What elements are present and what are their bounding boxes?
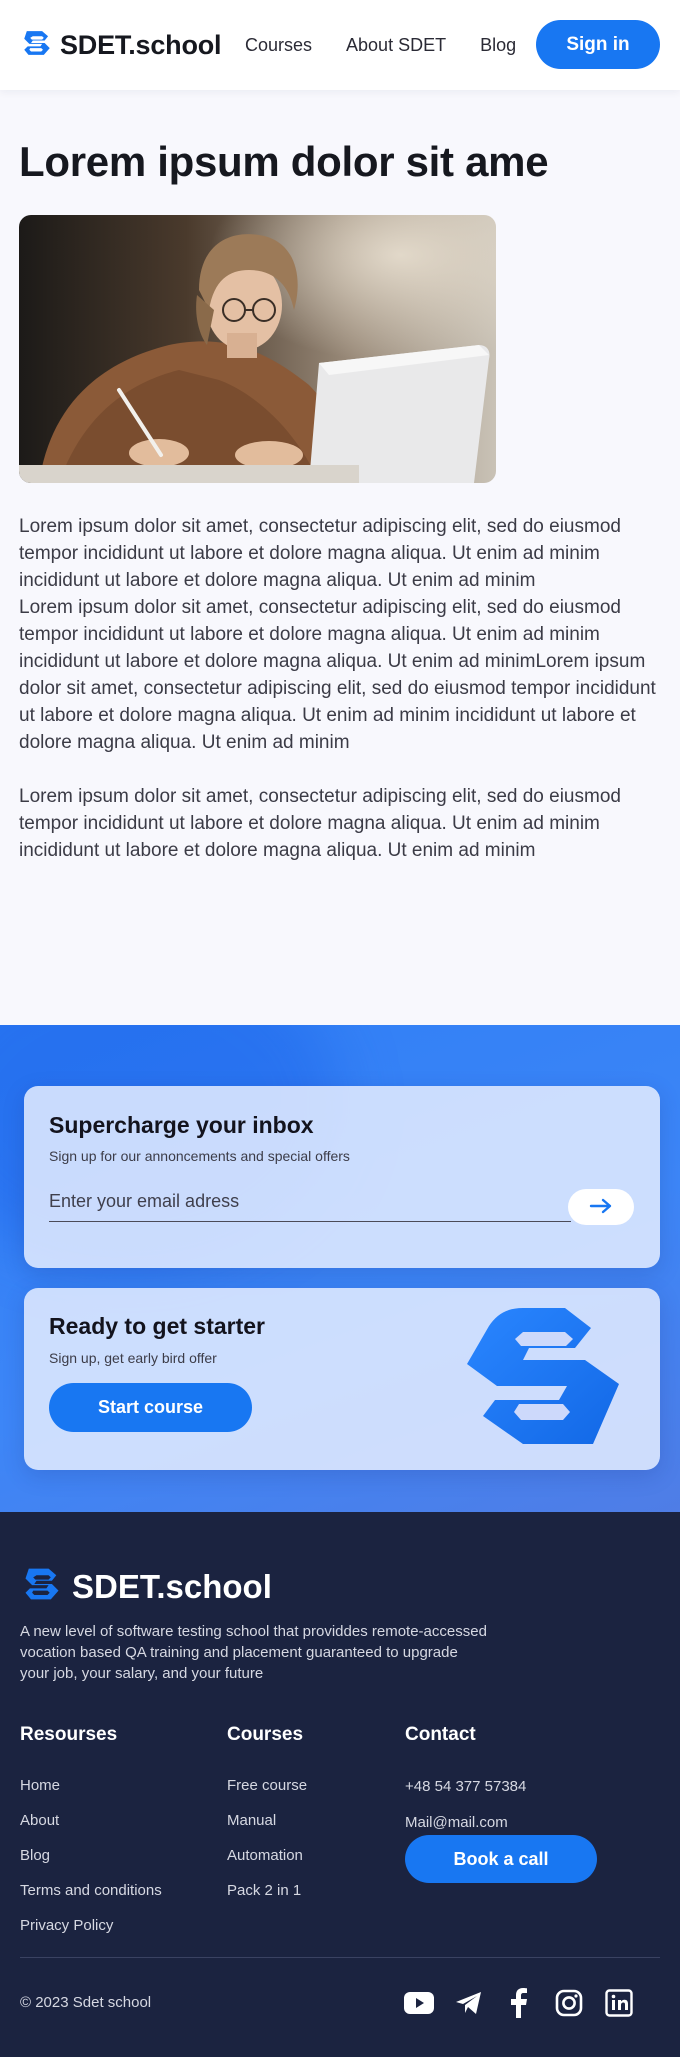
- newsletter-subtitle: Sign up for our annoncements and special…: [49, 1148, 350, 1164]
- footer-link-terms[interactable]: Terms and conditions: [20, 1882, 162, 1899]
- nav-about-sdet[interactable]: About SDET: [346, 35, 446, 56]
- email-input[interactable]: [49, 1182, 571, 1222]
- nav-courses[interactable]: Courses: [245, 35, 312, 56]
- starter-subtitle: Sign up, get early bird offer: [49, 1350, 217, 1366]
- courses-title: Courses: [227, 1724, 304, 1745]
- page-title: Lorem ipsum dolor sit ame: [19, 138, 549, 185]
- sdet-logo-icon: [20, 1562, 64, 1611]
- article: Lorem ipsum dolor sit ame Lorem ipsum do…: [0, 90, 680, 1025]
- footer-brand-name: SDET.school: [72, 1567, 272, 1605]
- cta-section: Supercharge your inbox Sign up for our a…: [0, 1025, 680, 1512]
- social-links: [404, 1988, 634, 2018]
- resources-title: Resourses: [20, 1724, 118, 1745]
- brand-logo[interactable]: SDET.school: [20, 26, 222, 65]
- newsletter-card: Supercharge your inbox Sign up for our a…: [24, 1086, 660, 1268]
- footer-brand-logo[interactable]: SDET.school: [20, 1562, 272, 1611]
- footer-description: A new level of software testing school t…: [20, 1623, 487, 1682]
- start-course-button[interactable]: Start course: [49, 1383, 252, 1432]
- book-call-button[interactable]: Book a call: [405, 1835, 597, 1883]
- footer-link-manual[interactable]: Manual: [227, 1812, 276, 1829]
- footer-link-privacy[interactable]: Privacy Policy: [20, 1917, 113, 1934]
- contact-phone[interactable]: +48 54 377 57384: [405, 1778, 526, 1795]
- footer-divider: [20, 1957, 660, 1958]
- sign-in-button[interactable]: Sign in: [536, 20, 660, 69]
- article-paragraph-2: Lorem ipsum dolor sit amet, consectetur …: [19, 786, 621, 861]
- footer-link-about[interactable]: About: [20, 1812, 59, 1829]
- newsletter-submit-button[interactable]: [568, 1189, 634, 1225]
- footer-link-home[interactable]: Home: [20, 1777, 60, 1794]
- telegram-icon[interactable]: [454, 1988, 484, 2018]
- starter-card: Ready to get starter Sign up, get early …: [24, 1288, 660, 1470]
- newsletter-title: Supercharge your inbox: [49, 1112, 314, 1138]
- main-nav: Courses About SDET Blog: [245, 35, 516, 56]
- facebook-icon[interactable]: [504, 1988, 534, 2018]
- arrow-right-icon: [589, 1198, 613, 1217]
- sdet-logo-icon: [20, 26, 54, 65]
- footer-link-pack[interactable]: Pack 2 in 1: [227, 1882, 301, 1899]
- footer-link-automation[interactable]: Automation: [227, 1847, 303, 1864]
- brand-name: SDET.school: [60, 30, 222, 60]
- instagram-icon[interactable]: [554, 1988, 584, 2018]
- linkedin-icon[interactable]: [604, 1988, 634, 2018]
- site-header: SDET.school Courses About SDET Blog Sign…: [0, 0, 680, 90]
- hero-image: [19, 215, 496, 483]
- copyright: © 2023 Sdet school: [20, 1994, 152, 2011]
- article-paragraph-1: Lorem ipsum dolor sit amet, consectetur …: [19, 516, 656, 753]
- sdet-logo-icon: [467, 1306, 623, 1456]
- nav-blog[interactable]: Blog: [480, 35, 516, 56]
- footer-link-free-course[interactable]: Free course: [227, 1777, 307, 1794]
- youtube-icon[interactable]: [404, 1988, 434, 2018]
- contact-title: Contact: [405, 1724, 476, 1745]
- site-footer: SDET.school A new level of software test…: [0, 1512, 680, 2057]
- starter-title: Ready to get starter: [49, 1313, 266, 1339]
- footer-link-blog[interactable]: Blog: [20, 1847, 50, 1864]
- contact-email[interactable]: Mail@mail.com: [405, 1814, 508, 1831]
